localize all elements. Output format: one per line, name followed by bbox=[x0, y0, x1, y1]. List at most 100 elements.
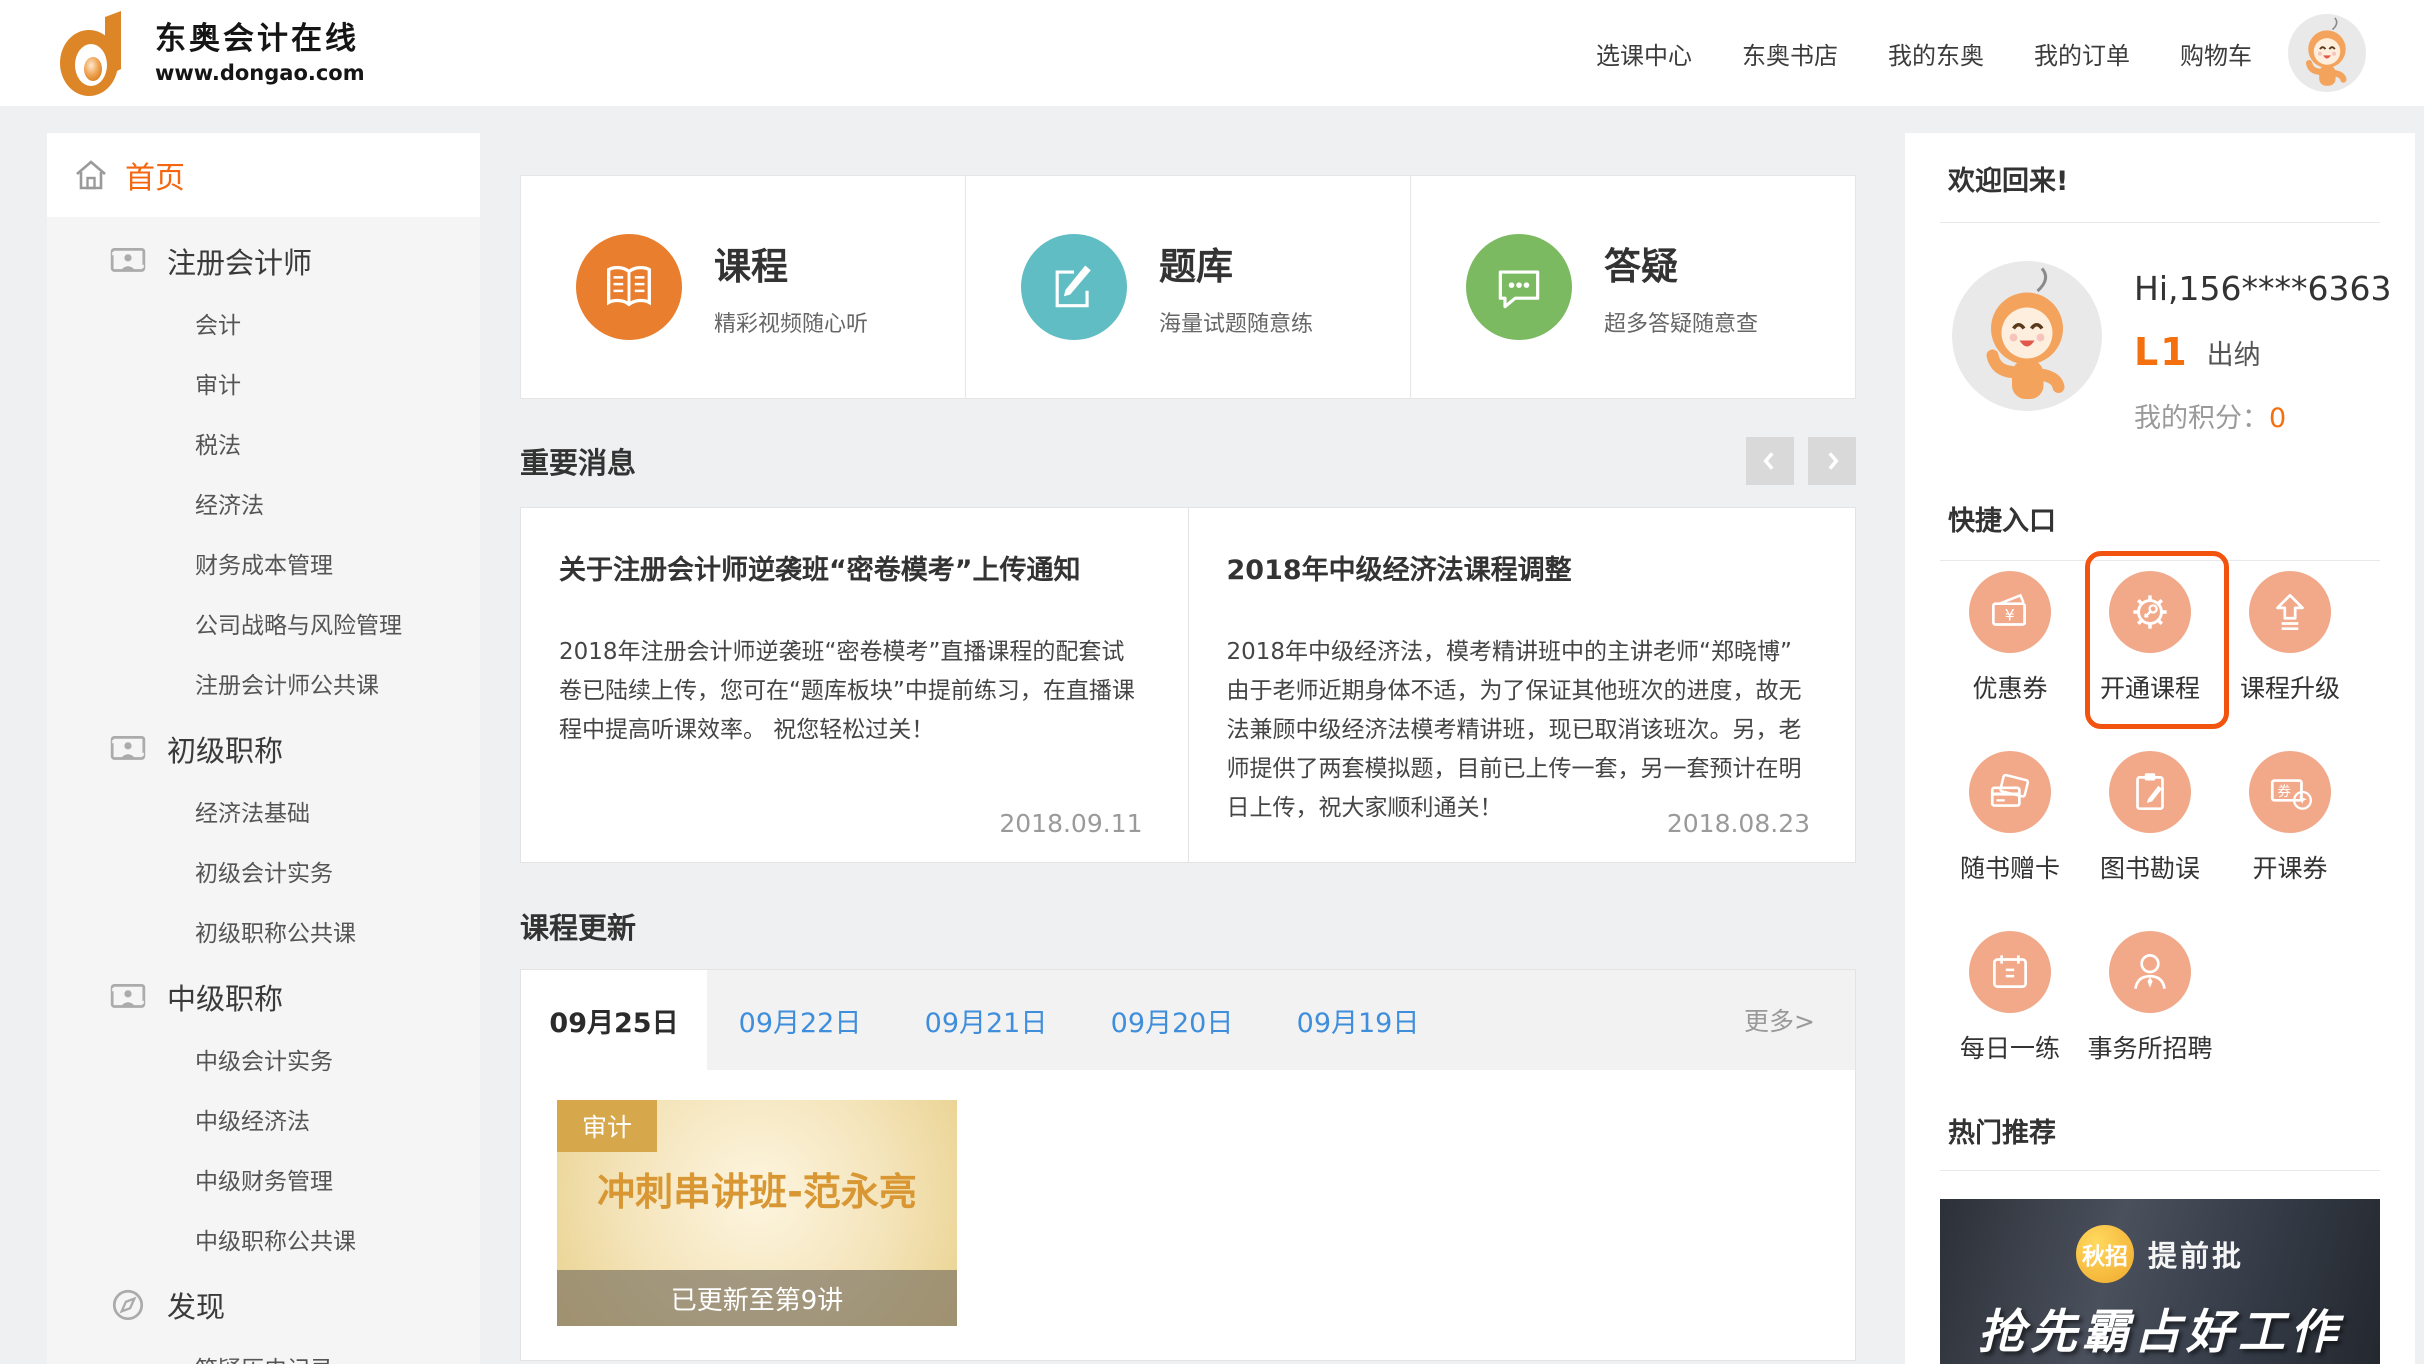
course-updates-header: 课程更新 bbox=[520, 905, 1856, 947]
points-label: 我的积分： bbox=[2134, 403, 2269, 434]
points-value: 0 bbox=[2269, 403, 2286, 434]
top-nav: 选课中心 东奥书店 我的东奥 我的订单 购物车 bbox=[1596, 0, 2252, 106]
message-title: 2018年中级经济法课程调整 bbox=[1227, 548, 1811, 587]
message-date: 2018.09.11 bbox=[999, 809, 1142, 838]
feature-subtitle: 海量试题随意练 bbox=[1159, 306, 1313, 338]
feature-question-bank[interactable]: 题库 海量试题随意练 bbox=[965, 176, 1410, 398]
sidebar-item-mid-econ-law[interactable]: 中级经济法 bbox=[47, 1089, 480, 1149]
date-tabs: 09月25日 09月22日 09月21日 09月20日 09月19日 更多> bbox=[521, 970, 1855, 1070]
tab-date-0919[interactable]: 09月19日 bbox=[1265, 970, 1451, 1070]
logo-domain: www.dongao.com bbox=[155, 59, 365, 87]
sidebar-item-qa-history[interactable]: 答疑历史记录 bbox=[47, 1337, 480, 1364]
sidebar-item-junior-practice[interactable]: 初级会计实务 bbox=[47, 841, 480, 901]
sidebar-item-audit[interactable]: 审计 bbox=[47, 353, 480, 413]
quick-entry-course-upgrade[interactable]: 课程升级 bbox=[2220, 561, 2360, 741]
site-logo[interactable]: 东奥会计在线 www.dongao.com bbox=[55, 7, 365, 99]
top-header: 东奥会计在线 www.dongao.com 选课中心 东奥书店 我的东奥 我的订… bbox=[0, 0, 2424, 106]
sidebar-section-discover[interactable]: 发现 bbox=[47, 1273, 480, 1337]
banner-tag: 提前批 bbox=[2148, 1233, 2244, 1275]
profile-block: Hi,156****6363 L1 出纳 我的积分：0 bbox=[1940, 261, 2380, 435]
course-update-card[interactable]: 审计 冲刺串讲班-范永亮 已更新至第9讲 bbox=[557, 1100, 957, 1326]
lecture-board-icon bbox=[109, 730, 147, 768]
feature-subtitle: 精彩视频随心听 bbox=[714, 306, 868, 338]
section-label: 发现 bbox=[167, 1284, 225, 1326]
tab-date-0925[interactable]: 09月25日 bbox=[521, 970, 707, 1070]
nav-bookstore[interactable]: 东奥书店 bbox=[1742, 36, 1838, 71]
dongao-logo-icon bbox=[55, 7, 141, 99]
sidebar-item-economic-law[interactable]: 经济法 bbox=[47, 473, 480, 533]
upgrade-arrow-icon bbox=[2249, 571, 2331, 653]
sidebar-item-accounting[interactable]: 会计 bbox=[47, 293, 480, 353]
banner-title: 抢先霸占好工作 bbox=[1940, 1293, 2380, 1362]
recruitment-banner[interactable]: 秋招 提前批 抢先霸占好工作 bbox=[1940, 1199, 2380, 1364]
subject-badge: 审计 bbox=[557, 1100, 657, 1152]
chevron-right-icon bbox=[1819, 448, 1845, 474]
quick-entry-activate-course[interactable]: 开通课程 bbox=[2080, 561, 2220, 741]
carousel-prev-button[interactable] bbox=[1746, 437, 1794, 485]
person-tie-icon bbox=[2109, 931, 2191, 1013]
sidebar-menu: 注册会计师 会计 审计 税法 经济法 财务成本管理 公司战略与风险管理 注册会计… bbox=[47, 217, 480, 1364]
sidebar-item-strategy-risk[interactable]: 公司战略与风险管理 bbox=[47, 593, 480, 653]
sidebar-item-tax-law[interactable]: 税法 bbox=[47, 413, 480, 473]
message-item[interactable]: 2018年中级经济法课程调整 2018年中级经济法，模考精讲班中的主讲老师“郑晓… bbox=[1188, 508, 1856, 862]
lecture-board-icon bbox=[109, 978, 147, 1016]
chevron-left-icon bbox=[1757, 448, 1783, 474]
sidebar-section-junior[interactable]: 初级职称 bbox=[47, 717, 480, 781]
pencil-square-icon bbox=[1021, 234, 1127, 340]
user-avatar-small[interactable] bbox=[2288, 14, 2366, 92]
autumn-recruit-badge: 秋招 bbox=[2076, 1225, 2134, 1283]
book-icon bbox=[576, 234, 682, 340]
tab-date-0920[interactable]: 09月20日 bbox=[1079, 970, 1265, 1070]
feature-title: 答疑 bbox=[1604, 236, 1758, 290]
home-icon bbox=[73, 157, 109, 193]
course-updates-box: 09月25日 09月22日 09月21日 09月20日 09月19日 更多> 审… bbox=[520, 969, 1856, 1361]
message-date: 2018.08.23 bbox=[1667, 809, 1810, 838]
sidebar-item-financial-cost-mgmt[interactable]: 财务成本管理 bbox=[47, 533, 480, 593]
sidebar-item-mid-financial-mgmt[interactable]: 中级财务管理 bbox=[47, 1149, 480, 1209]
chat-bubble-icon bbox=[1466, 234, 1572, 340]
quick-entry-book-errata[interactable]: 图书勘误 bbox=[2080, 741, 2220, 921]
ticket-cursor-icon bbox=[2249, 751, 2331, 833]
quick-entry-daily-practice[interactable]: 每日一练 bbox=[1940, 921, 2080, 1101]
sidebar-section-intermediate[interactable]: 中级职称 bbox=[47, 965, 480, 1029]
nav-course-center[interactable]: 选课中心 bbox=[1596, 36, 1692, 71]
feature-qa[interactable]: 答疑 超多答疑随意查 bbox=[1410, 176, 1855, 398]
messages-title: 重要消息 bbox=[520, 440, 636, 482]
feature-cards: 课程 精彩视频随心听 题库 海量试题随意练 答疑 超多答 bbox=[520, 175, 1856, 399]
user-greeting: Hi,156****6363 bbox=[2134, 269, 2391, 308]
feature-courses[interactable]: 课程 精彩视频随心听 bbox=[521, 176, 965, 398]
lecture-board-icon bbox=[109, 242, 147, 280]
quick-entry-book-card[interactable]: 随书赠卡 bbox=[1940, 741, 2080, 921]
clipboard-pencil-icon bbox=[2109, 751, 2191, 833]
nav-cart[interactable]: 购物车 bbox=[2180, 36, 2252, 71]
compass-icon bbox=[109, 1286, 147, 1324]
dongao-home-page: 东奥会计在线 www.dongao.com 选课中心 东奥书店 我的东奥 我的订… bbox=[0, 0, 2424, 1364]
user-role: 出纳 bbox=[2207, 333, 2261, 372]
tab-date-0922[interactable]: 09月22日 bbox=[707, 970, 893, 1070]
quick-entry-heading: 快捷入口 bbox=[1940, 499, 2380, 561]
gear-key-icon bbox=[2109, 571, 2191, 653]
nav-my-orders[interactable]: 我的订单 bbox=[2034, 36, 2130, 71]
carousel-next-button[interactable] bbox=[1808, 437, 1856, 485]
sidebar-item-mid-practice[interactable]: 中级会计实务 bbox=[47, 1029, 480, 1089]
user-panel: 欢迎回来! Hi,156****6363 L1 出纳 我的积分：0 快捷入口 优… bbox=[1905, 133, 2415, 1364]
tab-date-0921[interactable]: 09月21日 bbox=[893, 970, 1079, 1070]
user-avatar-large[interactable] bbox=[1952, 261, 2102, 411]
logo-title: 东奥会计在线 bbox=[155, 19, 365, 59]
nav-my-dongao[interactable]: 我的东奥 bbox=[1888, 36, 1984, 71]
sidebar-item-cpa-public[interactable]: 注册会计师公共课 bbox=[47, 653, 480, 713]
sidebar-item-home[interactable]: 首页 bbox=[47, 133, 480, 217]
message-item[interactable]: 关于注册会计师逆袭班“密卷模考”上传通知 2018年注册会计师逆袭班“密卷模考”… bbox=[521, 508, 1188, 862]
feature-subtitle: 超多答疑随意查 bbox=[1604, 306, 1758, 338]
section-label: 初级职称 bbox=[167, 728, 283, 770]
left-sidebar: 首页 注册会计师 会计 审计 税法 经济法 财务成本管理 公司战略与风险管理 注… bbox=[47, 133, 480, 1364]
sidebar-item-junior-public[interactable]: 初级职称公共课 bbox=[47, 901, 480, 961]
sidebar-section-cpa[interactable]: 注册会计师 bbox=[47, 229, 480, 293]
quick-entry-class-voucher[interactable]: 开课券 bbox=[2220, 741, 2360, 921]
course-updates-title: 课程更新 bbox=[520, 905, 636, 947]
sidebar-item-econ-law-basics[interactable]: 经济法基础 bbox=[47, 781, 480, 841]
quick-entry-firm-recruitment[interactable]: 事务所招聘 bbox=[2080, 921, 2220, 1101]
more-link[interactable]: 更多> bbox=[1744, 970, 1815, 1070]
sidebar-item-mid-public[interactable]: 中级职称公共课 bbox=[47, 1209, 480, 1269]
quick-entry-coupon[interactable]: 优惠券 bbox=[1940, 561, 2080, 741]
